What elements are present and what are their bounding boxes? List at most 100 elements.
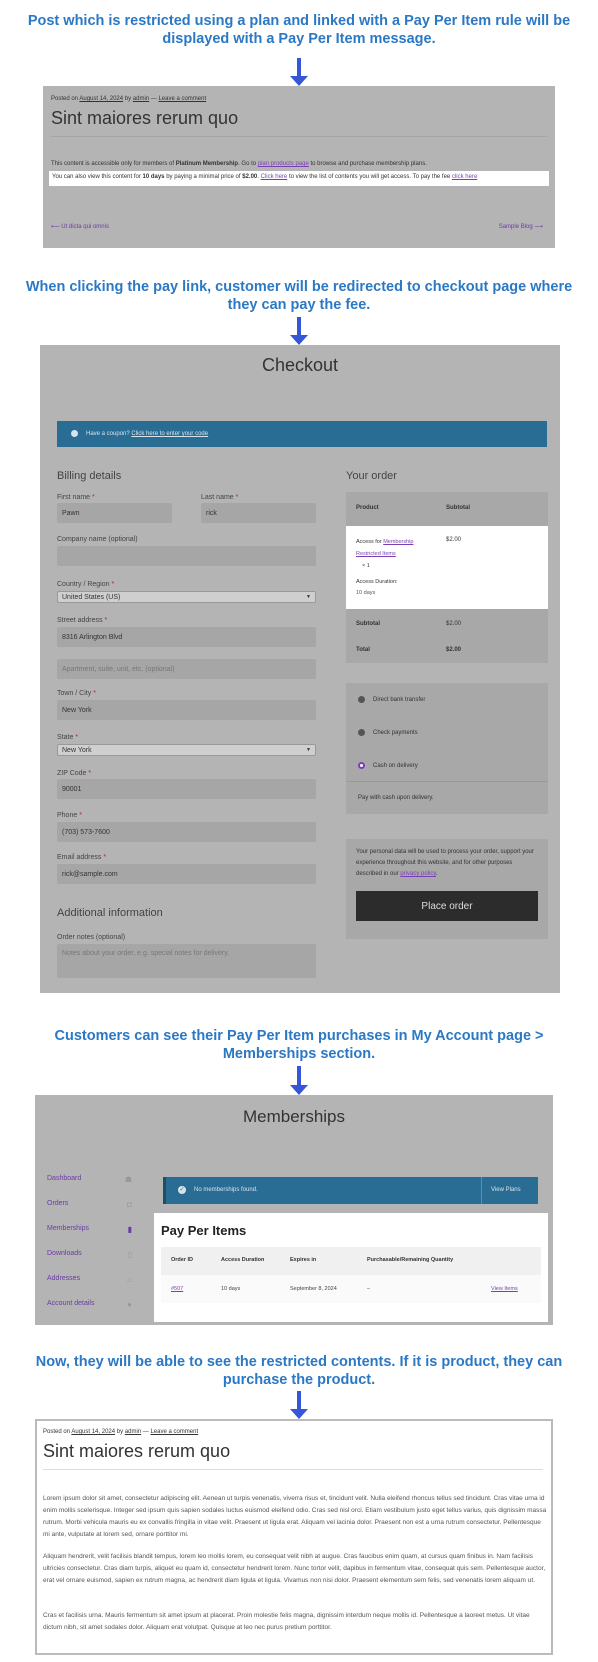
checkout-title: Checkout <box>261 355 339 375</box>
down-arrow-icon <box>290 317 308 345</box>
payment-methods: Direct bank transfer Check payments Cash… <box>346 683 548 814</box>
place-order-button[interactable]: Place order <box>356 891 538 921</box>
leave-comment-link[interactable]: Leave a comment <box>158 96 206 102</box>
membership-link[interactable]: Membership <box>383 539 413 545</box>
radio-selected-icon <box>358 762 365 769</box>
payment-option-bank[interactable]: Direct bank transfer <box>358 696 425 703</box>
order-item-row: Access for Membership Restricted Items ×… <box>346 526 548 609</box>
check-icon: ✓ <box>178 1186 186 1194</box>
restricted-items-link[interactable]: Restricted Items <box>356 551 396 557</box>
order-id-link[interactable]: #507 <box>171 1286 183 1292</box>
radio-icon <box>358 696 365 703</box>
order-totals: Subtotal $2.00 Total $2.00 <box>346 609 548 663</box>
info-icon <box>71 430 78 437</box>
duration-value: 10 days <box>356 590 376 596</box>
plan-products-link[interactable]: plan products page <box>258 161 309 167</box>
post-date-link[interactable]: August 14, 2024 <box>79 96 123 102</box>
no-memberships-notice: ✓ No memberships found. View Plans <box>163 1177 538 1204</box>
your-order-title: Your order <box>346 470 397 482</box>
view-plans-link[interactable]: View Plans <box>491 1187 521 1193</box>
state-label: State * <box>57 734 79 741</box>
order-table-header: Product Subtotal <box>346 492 548 526</box>
payment-option-check[interactable]: Check payments <box>358 729 418 736</box>
memberships-title: Memberships <box>242 1107 346 1126</box>
chevron-down-icon: ▼ <box>306 594 311 600</box>
next-post-link[interactable]: Sample Blog ⟶ <box>499 223 543 230</box>
post-title: Sint maiores rerum quo <box>51 108 239 128</box>
author-link[interactable]: admin <box>133 96 149 102</box>
country-select[interactable]: United States (US) ▼ <box>57 591 316 603</box>
divider <box>43 1469 543 1470</box>
home-icon: ⌂ <box>127 1275 132 1284</box>
pay-per-items-section: Pay Per Items Order ID Access Duration E… <box>154 1213 548 1322</box>
nav-dashboard[interactable]: Dashboard ☗ <box>47 1175 132 1184</box>
item-price: $2.00 <box>446 537 462 543</box>
caption-3: Customers can see their Pay Per Item pur… <box>54 1028 544 1062</box>
caption-2: When clicking the pay link, customer wil… <box>25 279 573 313</box>
country-label: Country / Region * <box>57 581 115 588</box>
post-date-link[interactable]: August 14, 2024 <box>71 1429 115 1435</box>
post-paragraph-2: Aliquam hendrerit, velit facilisis bland… <box>43 1553 546 1584</box>
nav-account-details[interactable]: Account details ● <box>47 1300 132 1309</box>
additional-info-title: Additional information <box>57 907 163 919</box>
phone-label: Phone * <box>57 812 82 819</box>
street2-field[interactable]: Apartment, suite, unit, etc. (optional) <box>57 659 316 679</box>
previous-post-link[interactable]: ⟵ Ut dicta qui omnis <box>51 223 109 230</box>
coupon-link[interactable]: Click here to enter your code <box>131 431 208 437</box>
cart-icon: ◘ <box>127 1200 132 1209</box>
zip-label: ZIP Code * <box>57 770 92 777</box>
nav-memberships[interactable]: Memberships ▮ <box>47 1225 132 1234</box>
first-name-field[interactable]: Pawn <box>57 503 172 523</box>
author-link[interactable]: admin <box>125 1429 141 1435</box>
post-paragraph-1: Lorem ipsum dolor sit amet, consectetur … <box>43 1495 547 1538</box>
nav-addresses[interactable]: Addresses ⌂ <box>47 1275 132 1284</box>
town-field[interactable]: New York <box>57 700 316 720</box>
street-field[interactable]: 8316 Arlington Blvd <box>57 627 316 647</box>
restriction-message: This content is accessible only for memb… <box>51 161 427 167</box>
table-row: #507 10 days September 8, 2024 – View It… <box>161 1275 541 1303</box>
memberships-panel: Memberships Dashboard ☗ Orders ◘ Membershi… <box>35 1095 553 1325</box>
ppi-table-header: Order ID Access Duration Expires in Purc… <box>161 1247 541 1275</box>
down-arrow-icon <box>290 58 308 86</box>
down-arrow-icon <box>290 1391 308 1419</box>
coupon-notice: Have a coupon? Click here to enter your … <box>57 421 547 447</box>
view-items-link[interactable]: View Items <box>491 1286 518 1292</box>
order-notes-field[interactable]: Notes about your order, e.g. special not… <box>57 944 316 978</box>
zip-field[interactable]: 90001 <box>57 779 316 799</box>
user-icon: ● <box>127 1300 132 1309</box>
billing-title: Billing details <box>57 470 122 482</box>
document-icon: ▮ <box>127 1225 132 1234</box>
checkout-panel: Checkout Have a coupon? Click here to en… <box>40 345 560 993</box>
payment-option-cod[interactable]: Cash on delivery <box>358 762 418 769</box>
pay-per-items-title: Pay Per Items <box>161 1223 247 1238</box>
state-select[interactable]: New York ▼ <box>57 744 316 756</box>
privacy-policy-link[interactable]: privacy policy <box>400 871 436 877</box>
unlocked-post-panel: Posted on August 14, 2024 by admin — Lea… <box>35 1419 553 1655</box>
nav-downloads[interactable]: Downloads ▯ <box>47 1250 132 1259</box>
last-name-field[interactable]: rick <box>201 503 316 523</box>
privacy-text: Your personal data will be used to proce… <box>356 849 534 877</box>
pay-per-item-message: You can also view this content for 10 da… <box>49 171 549 186</box>
post-meta: Posted on August 14, 2024 by admin — Lea… <box>43 1429 199 1435</box>
down-arrow-icon <box>290 1066 308 1095</box>
caption-4: Now, they will be able to see the restri… <box>35 1354 563 1388</box>
company-label: Company name (optional) <box>57 536 138 543</box>
radio-icon <box>358 729 365 736</box>
download-icon: ▯ <box>127 1250 132 1259</box>
email-label: Email address * <box>57 854 107 861</box>
post-title: Sint maiores rerum quo <box>43 1441 231 1461</box>
nav-orders[interactable]: Orders ◘ <box>47 1200 132 1209</box>
phone-field[interactable]: (703) 573-7600 <box>57 822 316 842</box>
street-label: Street address * <box>57 617 108 624</box>
pay-fee-link[interactable]: click here <box>452 174 477 180</box>
order-notes-label: Order notes (optional) <box>57 934 126 941</box>
divider <box>51 136 547 137</box>
post-paragraph-3: Cras et facilisis urna. Mauris fermentum… <box>43 1612 530 1631</box>
view-contents-link[interactable]: Click here <box>261 174 288 180</box>
caption-1: Post which is restricted using a plan an… <box>27 13 571 47</box>
email-field[interactable]: rick@sample.com <box>57 864 316 884</box>
company-field[interactable] <box>57 546 316 566</box>
first-name-label: First name * <box>57 494 95 501</box>
duration-label: Access Duration: <box>356 579 398 585</box>
leave-comment-link[interactable]: Leave a comment <box>150 1429 198 1435</box>
